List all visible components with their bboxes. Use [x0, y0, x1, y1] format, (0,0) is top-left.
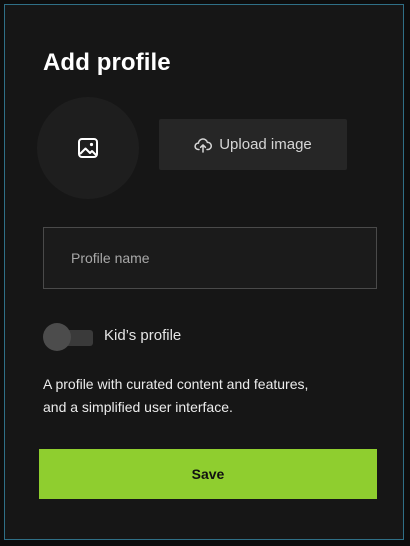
upload-image-button[interactable]: Upload image [159, 119, 347, 170]
description-line-2: and a simplified user interface. [43, 399, 233, 415]
kids-profile-toggle[interactable] [43, 323, 93, 351]
toggle-knob [43, 323, 71, 351]
profile-name-input[interactable] [43, 227, 377, 289]
add-profile-dialog: Add profile Upload image Kid’s profile A… [4, 4, 404, 540]
save-button[interactable]: Save [39, 449, 377, 499]
dialog-title: Add profile [43, 49, 171, 76]
upload-image-label: Upload image [219, 136, 312, 153]
kids-profile-description: A profile with curated content and featu… [43, 373, 363, 419]
kids-profile-label: Kid’s profile [104, 327, 182, 344]
avatar-placeholder[interactable] [37, 97, 139, 199]
description-line-1: A profile with curated content and featu… [43, 376, 309, 392]
cloud-upload-icon [194, 137, 213, 153]
image-icon [76, 136, 100, 160]
